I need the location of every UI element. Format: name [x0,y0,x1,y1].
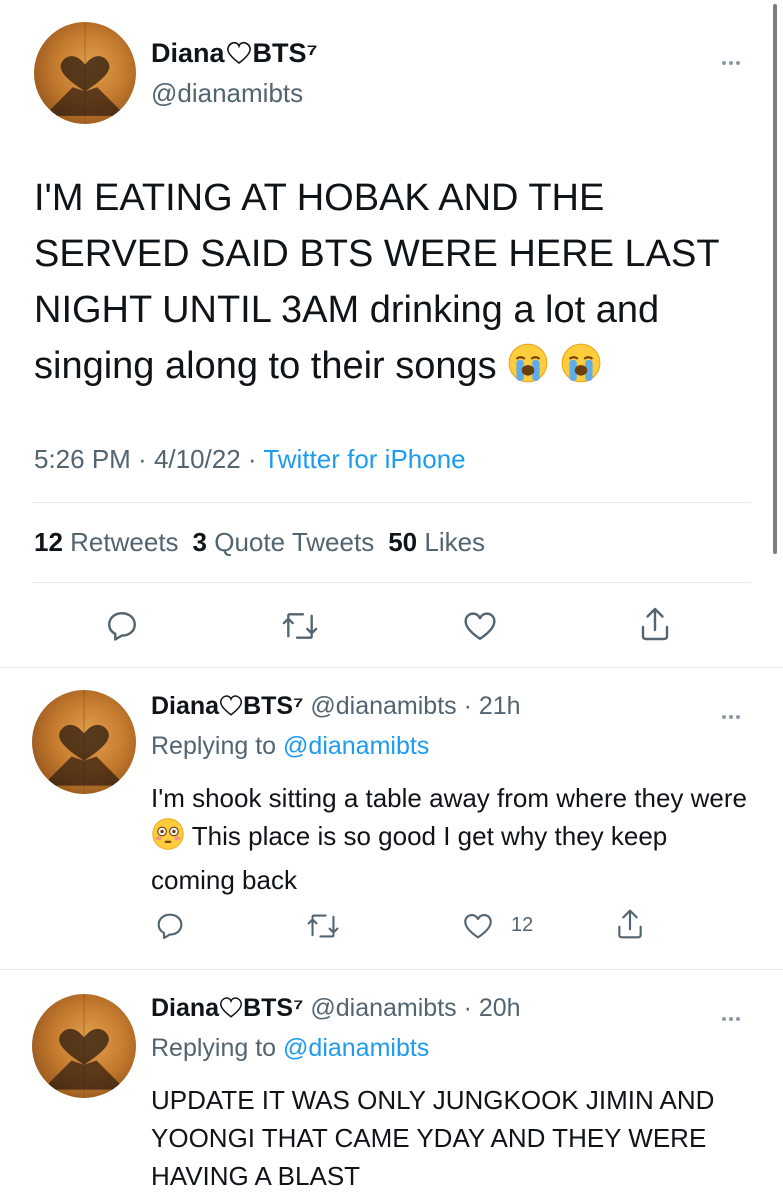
avatar[interactable] [32,994,136,1098]
replying-to-link[interactable]: @dianamibts [283,732,429,760]
retweets-stat[interactable]: 12 Retweets [34,527,179,557]
avatar-image [42,690,126,794]
heart-outline-icon [219,694,243,724]
more-icon[interactable] [720,1006,741,1024]
retweet-icon[interactable] [306,910,340,942]
like-count: 12 [511,914,534,936]
replying-to: Replying to @dianamibts [151,732,430,760]
quote-tweets-stat[interactable]: 3 Quote Tweets [193,527,375,557]
reply-author[interactable]: Diana BTS⁷ @dianamibts · 21h [151,692,521,724]
tweet-stats: 12 Retweets 3 Quote Tweets 50 Likes [34,527,485,558]
like-icon[interactable] [461,608,499,644]
reply-handle: @dianamibts [310,692,457,720]
tweet-source-link[interactable]: Twitter for iPhone [263,444,465,474]
avatar[interactable] [34,22,136,124]
like-icon[interactable] [461,910,495,942]
reply-age: 21h [478,692,521,720]
replying-to-link[interactable]: @dianamibts [283,1034,429,1062]
flushed-face-emoji [151,817,185,861]
reply-author[interactable]: Diana BTS⁷ @dianamibts · 20h [151,994,521,1026]
divider [33,582,750,583]
author-name[interactable]: Diana BTS⁷ [151,38,318,72]
tweet-time[interactable]: 5:26 PM [34,444,131,474]
avatar-image [42,994,126,1098]
divider [0,969,783,970]
more-icon[interactable] [720,50,741,68]
reply-name-suffix: BTS⁷ [243,994,304,1022]
loudly-crying-face-emoji [560,342,602,400]
author-name-suffix: BTS⁷ [252,38,318,68]
loudly-crying-face-emoji [507,342,549,400]
avatar[interactable] [32,690,136,794]
reply-handle: @dianamibts [310,994,457,1022]
reply-icon[interactable] [104,608,140,644]
more-icon[interactable] [720,704,741,722]
tweet-date[interactable]: 4/10/22 [154,444,241,474]
retweet-icon[interactable] [281,608,319,644]
reply-text: I'm shook sitting a table away from wher… [151,783,748,895]
scrollbar[interactable] [773,4,777,554]
share-icon[interactable] [637,604,673,644]
likes-stat[interactable]: 50 Likes [388,527,485,557]
tweet-text: I'M EATING AT HOBAK AND THE SERVED SAID … [34,170,759,400]
divider [0,667,783,668]
tweet-meta: 5:26 PM · 4/10/22 · Twitter for iPhone [34,444,466,474]
divider [33,502,750,503]
reply-display-name: Diana [151,692,220,720]
author-handle[interactable]: @dianamibts [151,78,303,109]
avatar-image [44,22,126,124]
share-icon[interactable] [614,906,646,942]
replying-to: Replying to @dianamibts [151,1034,430,1062]
reply-icon[interactable] [154,910,186,942]
reply-text: UPDATE IT WAS ONLY JUNGKOOK JIMIN AND YO… [151,1085,715,1191]
reply-name-suffix: BTS⁷ [243,692,304,720]
heart-outline-icon [226,41,252,72]
heart-outline-icon [219,996,243,1026]
reply-display-name: Diana [151,994,220,1022]
author-display-name: Diana [151,38,225,68]
reply-age: 20h [478,994,521,1022]
